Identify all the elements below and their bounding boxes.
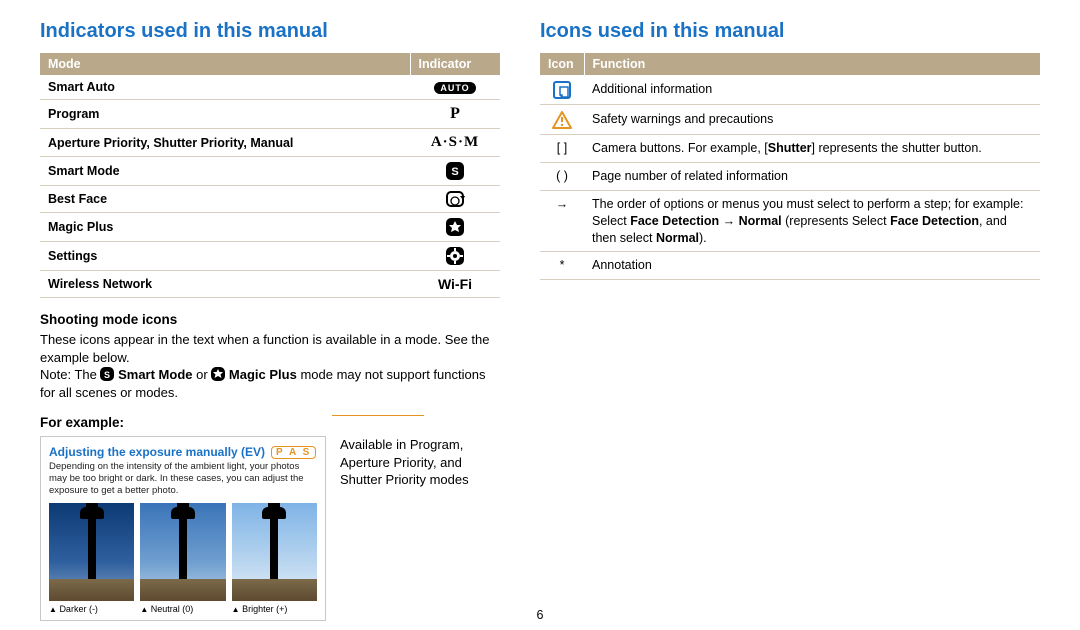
example-desc: Depending on the intensity of the ambien… <box>49 461 317 497</box>
mode-label: Smart Mode <box>40 157 410 186</box>
indicator-best-face-icon <box>410 186 500 213</box>
mode-label: Settings <box>40 242 410 271</box>
example-thumb-bright <box>232 503 317 601</box>
indicator-wifi-icon: Wi-Fi <box>410 271 500 298</box>
svg-text:S: S <box>451 166 458 178</box>
mode-label: Wireless Network <box>40 271 410 298</box>
example-figure: Adjusting the exposure manually (EV) P A… <box>40 436 326 621</box>
table-row: Settings <box>40 242 500 271</box>
mode-indicator-table: Mode Indicator Smart Auto AUTO Program P… <box>40 53 500 298</box>
mode-label: Program <box>40 100 410 129</box>
arrow-icon: → <box>540 190 584 252</box>
note-icon <box>540 75 584 105</box>
indicator-p-icon: P <box>410 100 500 129</box>
icon-function-table: Icon Function Additional information Saf… <box>540 53 1040 280</box>
table-row: Smart Auto AUTO <box>40 75 500 100</box>
parens-icon: ( ) <box>540 162 584 190</box>
table-row: Additional information <box>540 75 1040 105</box>
icons-heading: Icons used in this manual <box>540 20 1040 43</box>
indicator-settings-icon <box>410 242 500 271</box>
asterisk-icon: * <box>540 252 584 280</box>
mode-label: Aperture Priority, Shutter Priority, Man… <box>40 129 410 157</box>
indicator-auto-icon: AUTO <box>410 75 500 100</box>
callout-text: Available in Program, Aperture Priority,… <box>340 436 500 489</box>
magic-plus-inline-icon <box>211 367 225 381</box>
table-row: → The order of options or menus you must… <box>540 190 1040 252</box>
table-row: Smart Mode S <box>40 157 500 186</box>
indicator-magic-plus-icon <box>410 213 500 242</box>
svg-text:S: S <box>104 370 110 380</box>
example-title-text: Adjusting the exposure manually (EV) <box>49 445 265 459</box>
example-thumb-dark <box>49 503 134 601</box>
indicator-asm-icon: A·S·M <box>410 129 500 157</box>
table-row: Program P <box>40 100 500 129</box>
function-text: Page number of related information <box>584 162 1040 190</box>
example-thumb-neutral <box>140 503 225 601</box>
function-text: Additional information <box>584 75 1040 105</box>
pas-badge-icon: P A S <box>271 446 316 459</box>
th-mode: Mode <box>40 53 410 75</box>
th-function: Function <box>584 53 1040 75</box>
shooting-mode-text: These icons appear in the text when a fu… <box>40 331 500 401</box>
brackets-icon: [ ] <box>540 135 584 163</box>
function-text: Safety warnings and precautions <box>584 105 1040 135</box>
function-text: Camera buttons. For example, [Shutter] r… <box>584 135 1040 163</box>
warning-icon <box>540 105 584 135</box>
indicators-heading: Indicators used in this manual <box>40 20 500 43</box>
indicator-smart-mode-icon: S <box>410 157 500 186</box>
table-row: [ ] Camera buttons. For example, [Shutte… <box>540 135 1040 163</box>
table-row: Safety warnings and precautions <box>540 105 1040 135</box>
table-row: Best Face <box>40 186 500 213</box>
callout-leader-line <box>332 415 424 416</box>
mode-label: Magic Plus <box>40 213 410 242</box>
function-text: The order of options or menus you must s… <box>584 190 1040 252</box>
mode-label: Smart Auto <box>40 75 410 100</box>
for-example-heading: For example: <box>40 415 500 430</box>
mode-label: Best Face <box>40 186 410 213</box>
smart-mode-inline-icon: S <box>100 367 114 381</box>
table-row: ( ) Page number of related information <box>540 162 1040 190</box>
th-indicator: Indicator <box>410 53 500 75</box>
table-row: * Annotation <box>540 252 1040 280</box>
th-icon: Icon <box>540 53 584 75</box>
function-text: Annotation <box>584 252 1040 280</box>
table-row: Wireless Network Wi-Fi <box>40 271 500 298</box>
table-row: Aperture Priority, Shutter Priority, Man… <box>40 129 500 157</box>
table-row: Magic Plus <box>40 213 500 242</box>
shooting-mode-heading: Shooting mode icons <box>40 312 500 327</box>
page-number: 6 <box>0 608 1080 622</box>
